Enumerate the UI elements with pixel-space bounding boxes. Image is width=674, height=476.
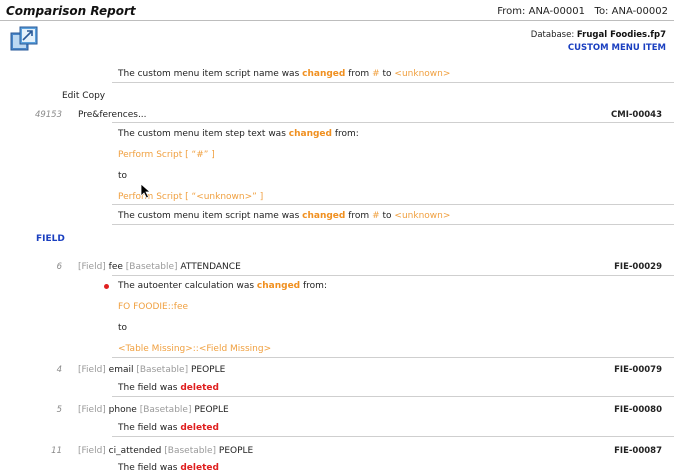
field-id: FIE-00080 — [614, 405, 662, 415]
divider — [112, 204, 674, 205]
old-value: # — [372, 211, 380, 221]
report-title: Comparison Report — [6, 4, 136, 18]
field-status: The field was deleted — [118, 383, 219, 393]
divider — [112, 357, 674, 358]
database-label: Database: — [530, 30, 575, 40]
old-value: # — [372, 69, 380, 79]
basetable-tag: [Basetable] — [139, 405, 192, 415]
table-name: PEOPLE — [190, 365, 226, 375]
field-id: FIE-00029 — [614, 262, 662, 272]
divider — [112, 275, 674, 276]
changed-word: changed — [302, 69, 346, 79]
changed-word: changed — [302, 211, 346, 221]
to-value: ANA-00002 — [611, 6, 668, 17]
field-name: phone — [108, 405, 137, 415]
field-name: email — [108, 365, 134, 375]
to-label: to — [118, 323, 128, 333]
divider — [112, 436, 674, 437]
database-info: Database: Frugal Foodies.fp7 — [531, 30, 666, 40]
from-value: ANA-00001 — [528, 6, 585, 17]
new-value: <unknown> — [394, 211, 451, 221]
table-name: PEOPLE — [218, 446, 254, 456]
field-number: 4 — [56, 365, 62, 375]
red-bullet-icon — [104, 284, 109, 289]
menu-script-name-change: The custom menu item script name was cha… — [118, 211, 451, 221]
database-value: Frugal Foodies.fp7 — [576, 30, 666, 40]
basetable-tag: [Basetable] — [136, 365, 189, 375]
field-number: 5 — [56, 405, 62, 415]
field-id: FIE-00087 — [614, 446, 662, 456]
divider — [112, 82, 674, 83]
field-row-header[interactable]: [Field] fee [Basetable] ATTENDANCE — [78, 262, 241, 272]
field-number: 6 — [56, 262, 62, 272]
field-tag: [Field] — [78, 365, 106, 375]
field-tag: [Field] — [78, 405, 106, 415]
from-to-range: From: ANA-00001 To: ANA-00002 — [497, 6, 668, 17]
menu-item-id: CMI-00043 — [611, 110, 662, 120]
new-calc-value: <Table Missing>::<Field Missing> — [118, 344, 272, 354]
field-row-header[interactable]: [Field] ci_attended [Basetable] PEOPLE — [78, 446, 253, 456]
autoenter-change: The autoenter calculation was changed fr… — [118, 281, 327, 291]
section-title-custom-menu-item: CUSTOM MENU ITEM — [567, 43, 666, 53]
deleted-word: deleted — [180, 463, 219, 473]
menu-set-name: Edit Copy — [62, 91, 106, 101]
changed-word: changed — [256, 281, 301, 291]
divider — [112, 396, 674, 397]
from-label: From: — [497, 6, 526, 17]
to-label: To: — [594, 6, 609, 17]
divider — [112, 224, 674, 225]
basetable-tag: [Basetable] — [125, 262, 178, 272]
mouse-pointer-icon — [140, 183, 152, 202]
old-calc-value: FO FOODIE::fee — [118, 302, 189, 312]
field-status: The field was deleted — [118, 463, 219, 473]
to-label: to — [118, 171, 128, 181]
field-id: FIE-00079 — [614, 365, 662, 375]
menu-script-name-change: The custom menu item script name was cha… — [118, 69, 451, 79]
field-name: ci_attended — [108, 446, 162, 456]
basetable-tag: [Basetable] — [164, 446, 217, 456]
old-step-value: Perform Script [ “#” ] — [118, 150, 215, 160]
new-value: <unknown> — [394, 69, 451, 79]
deleted-word: deleted — [180, 423, 219, 433]
field-row-header[interactable]: [Field] phone [Basetable] PEOPLE — [78, 405, 229, 415]
field-tag: [Field] — [78, 262, 106, 272]
table-name: PEOPLE — [194, 405, 229, 415]
field-row-header[interactable]: [Field] email [Basetable] PEOPLE — [78, 365, 225, 375]
menu-step-text-change: The custom menu item step text was chang… — [118, 129, 359, 139]
field-number: 11 — [51, 446, 62, 456]
field-status: The field was deleted — [118, 423, 219, 433]
report-header-bar: Comparison Report From: ANA-00001 To: AN… — [0, 0, 674, 21]
section-title-field: FIELD — [36, 234, 65, 244]
changed-word: changed — [288, 129, 332, 139]
deleted-word: deleted — [180, 383, 219, 393]
menu-item-name[interactable]: Pre&ferences... — [78, 110, 147, 120]
table-name: ATTENDANCE — [180, 262, 241, 272]
field-name: fee — [108, 262, 123, 272]
field-tag: [Field] — [78, 446, 106, 456]
database-compare-icon — [10, 26, 38, 54]
divider — [112, 122, 674, 123]
menu-item-number: 49153 — [34, 110, 62, 120]
